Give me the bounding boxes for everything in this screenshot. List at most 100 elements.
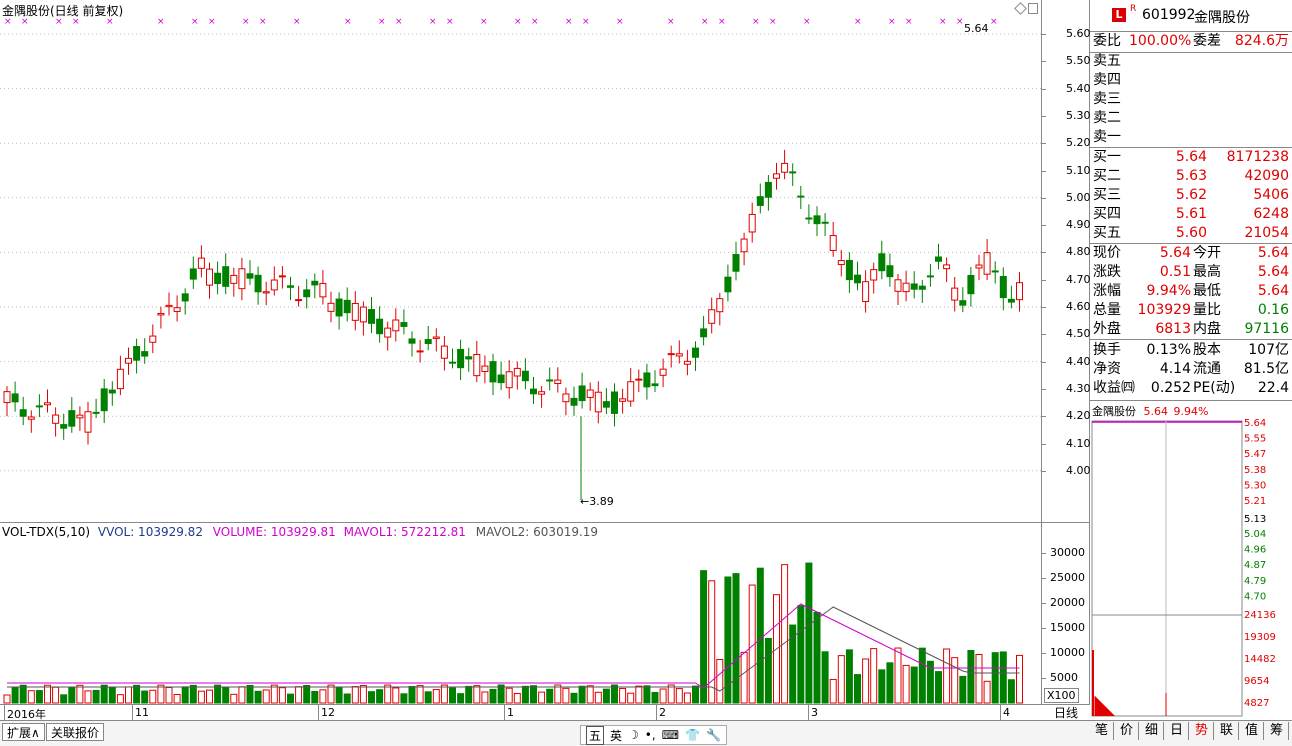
ime-keyboard-icon[interactable]: ⌨ [662,728,679,742]
price-tick-label: 4.20 [1066,409,1091,423]
volume-bar [3,694,11,704]
volume-bar [84,690,92,704]
candle-body [368,309,375,324]
candle-body [675,353,683,357]
stat-label: 总量 [1093,302,1121,318]
candle-body [554,379,562,384]
volume-bar [975,654,983,704]
date-label: 12 [321,706,335,719]
date-tick [4,705,5,720]
panel-tab[interactable]: 筹 [1265,722,1289,740]
stat-label: 股本 [1193,342,1221,358]
candle-body [262,291,270,294]
candle-body [19,409,27,417]
expand-button[interactable]: 扩展∧ [2,723,45,741]
candle-body [343,299,351,314]
price-tick-label: 5.20 [1066,136,1091,150]
volume-bar [222,687,230,704]
buy-label: 买三 [1093,187,1121,203]
candle-body [562,393,570,403]
candle-body [141,351,149,357]
window-icon[interactable] [1028,3,1038,14]
candle-body [821,221,829,224]
stat-row: 涨跌 0.51 最高 5.64 [1093,263,1289,282]
panel-tab[interactable]: 日 [1165,722,1189,740]
ime-toolbar[interactable]: 五 英 ☽ •, ⌨ 👕 🔧 [580,725,727,745]
candle-body [594,391,602,413]
sell-label: 卖四 [1093,72,1121,88]
mini-vol-tick: 9654 [1244,676,1269,687]
volume-tick-label: 15000 [1050,621,1085,634]
signal-marker: × [191,17,199,27]
ime-punct-icon[interactable]: •, [645,728,656,742]
candle-body [773,173,780,179]
buy-volume: 21054 [1244,225,1289,241]
volume-bar [505,687,513,704]
candle-body [935,256,942,262]
volume-bar [918,647,926,704]
related-quote-tab[interactable]: 关联报价 [46,723,105,741]
stat-row: 外盘 6813 内盘 97116 [1093,320,1289,339]
volume-bar [756,567,764,704]
panel-tab[interactable]: 值 [1240,722,1264,740]
mini-frame [1091,420,1243,717]
signal-marker: × [242,17,250,27]
price-tick-label: 5.00 [1066,190,1091,204]
weibi-row: 委比 100.00% 委差 824.6万 [1093,32,1289,51]
volume-bar [246,684,254,704]
stat-value: 0.16 [1257,302,1289,318]
candle-body [805,217,813,220]
volume-bar [473,685,481,704]
intraday-mini-chart[interactable]: 5.64 5.55 5.47 5.38 5.30 5.21 5.13 5.04 4.96 4.87… [1090,418,1292,718]
volume-bar [943,648,951,704]
stock-code: 601992 [1142,7,1196,23]
candle-body [999,275,1007,299]
candle-body [52,414,60,424]
price-tick-mark [1042,143,1046,145]
volume-bar [19,684,27,704]
price-tick-mark [1042,279,1046,281]
stat-value: 107亿 [1248,342,1289,358]
panel-tab[interactable]: 势 [1190,722,1214,740]
candle-body [311,280,319,286]
panel-tab[interactable]: 细 [1140,722,1164,740]
panel-tab[interactable]: 联 [1215,722,1239,740]
signal-marker: × [378,17,386,27]
signal-marker: × [752,17,760,27]
date-tick [132,705,133,720]
signal-marker: × [293,17,301,27]
panel-tab[interactable]: 笔 [1090,722,1114,740]
volume-axis: X100 30000 25000 20000 15000 10000 5000 [1042,522,1090,704]
volume-bar [11,686,19,704]
date-tick [1000,705,1001,720]
candle-body [287,285,294,288]
ime-moon-icon[interactable]: ☽ [628,728,639,742]
signal-marker: × [446,17,454,27]
price-tick-mark [1042,61,1046,63]
candle-body [3,391,11,404]
ime-wubi-icon[interactable]: 五 [586,725,605,745]
mini-tick-red: 5.47 [1244,449,1266,460]
mini-tick-mid: 5.13 [1244,514,1266,525]
price-tick-label: 5.40 [1066,81,1091,95]
kline-chart[interactable]: 金隅股份(日线 前复权) × × × × × × × × × × × × × × × × × × × × × × × × × × ×… [0,0,1042,522]
ime-settings-icon[interactable]: 🔧 [706,728,721,742]
volume-chart[interactable]: VOL-TDX(5,10) VVOL: 103929.82 VOLUME: 10… [0,522,1042,704]
panel-tab[interactable]: 价 [1115,722,1139,740]
volume-bar [570,692,578,704]
signal-marker: × [616,17,624,27]
candle-body [870,269,878,281]
candle-body [303,289,311,298]
candle-body [400,322,408,327]
mini-vol-tick: 4827 [1244,698,1269,709]
price-tick-mark [1042,34,1046,35]
period-selector[interactable]: 日线 [1042,704,1090,720]
signal-marker: × [769,17,777,27]
buy-row: 买五 5.60 21054 [1093,224,1289,243]
ime-english-icon[interactable]: 英 [610,727,622,744]
ime-skin-icon[interactable]: 👕 [685,728,700,742]
volume-bar [692,685,699,704]
volume-bar [959,675,967,704]
buy-volume: 42090 [1244,168,1289,184]
stat-value: 0.252 [1150,380,1191,396]
